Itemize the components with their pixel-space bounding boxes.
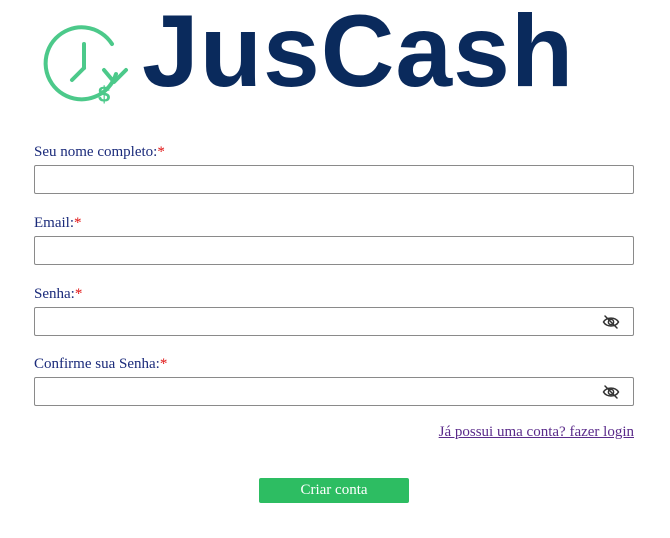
required-mark: *	[159, 356, 168, 372]
clock-money-icon: $	[43, 25, 128, 107]
full-name-field: Seu nome completo:*	[34, 142, 634, 194]
full-name-input[interactable]	[34, 165, 634, 194]
confirm-password-field: Confirme sua Senha:*	[34, 354, 634, 406]
email-label-text: Email:	[34, 215, 74, 231]
confirm-password-input[interactable]	[34, 377, 634, 406]
brand-name: JusCash	[142, 0, 575, 108]
juscash-logo: $ JusCash	[42, 0, 634, 107]
email-field: Email:*	[34, 213, 634, 265]
email-label: Email:*	[34, 213, 634, 233]
confirm-password-label: Confirme sua Senha:*	[34, 354, 634, 374]
full-name-label: Seu nome completo:*	[34, 142, 634, 162]
create-account-button[interactable]: Criar conta	[259, 478, 409, 503]
eye-off-icon[interactable]	[602, 384, 620, 400]
confirm-password-label-text: Confirme sua Senha:	[34, 356, 160, 372]
required-mark: *	[74, 215, 82, 231]
full-name-label-text: Seu nome completo:	[34, 144, 158, 160]
email-input[interactable]	[34, 236, 634, 265]
login-link[interactable]: Já possui uma conta? fazer login	[34, 424, 634, 441]
password-input[interactable]	[34, 307, 634, 336]
required-mark: *	[157, 144, 165, 160]
eye-off-icon[interactable]	[602, 314, 620, 330]
password-label: Senha:*	[34, 284, 634, 304]
password-field: Senha:*	[34, 284, 634, 336]
password-label-text: Senha:	[34, 286, 75, 302]
svg-text:$: $	[98, 82, 110, 107]
signup-page: $ JusCash Seu nome completo:* Email:* Se…	[0, 0, 670, 538]
required-mark: *	[74, 286, 83, 302]
